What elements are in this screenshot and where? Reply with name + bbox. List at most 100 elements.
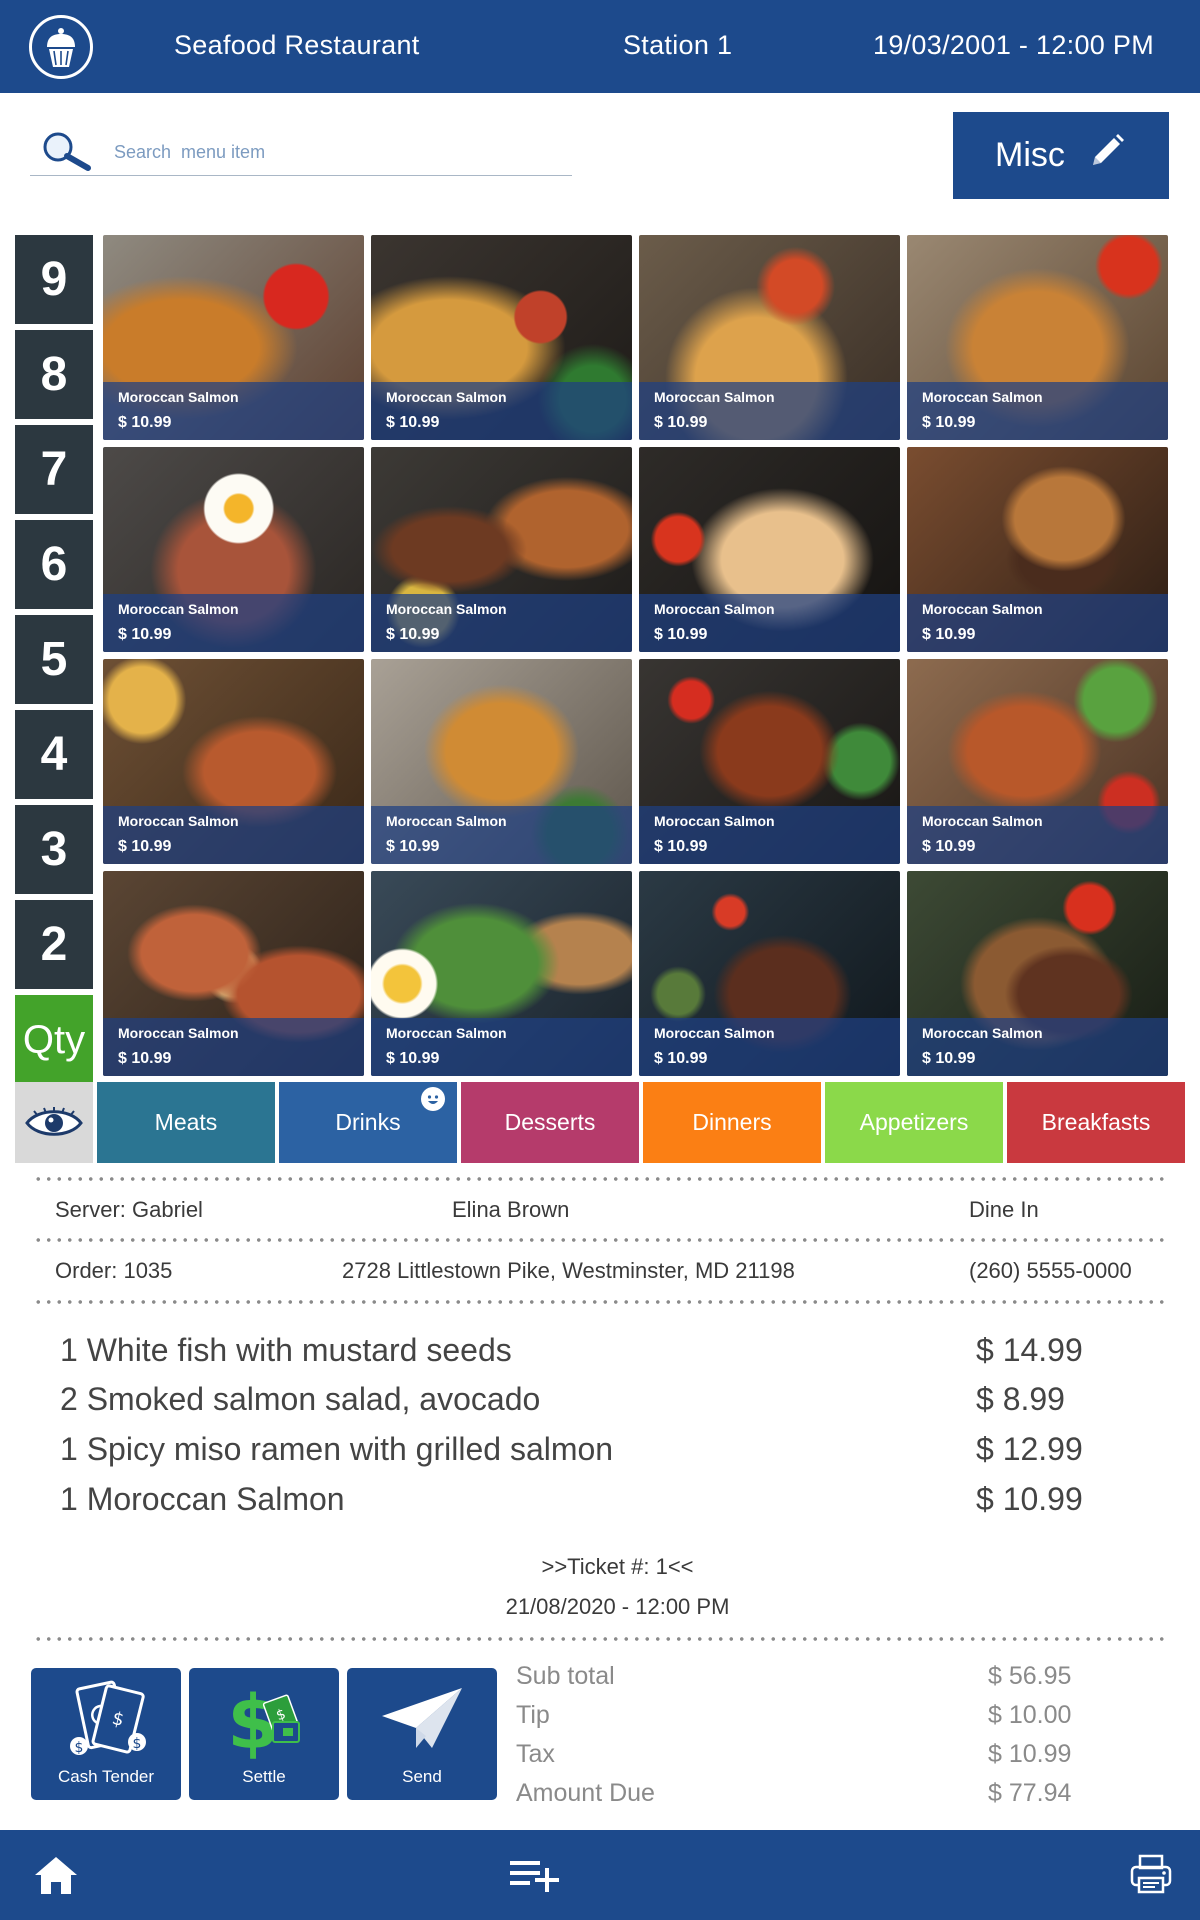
order-line-price: $ 10.99 [976, 1481, 1083, 1517]
menu-item-tile[interactable]: Moroccan Salmon $ 10.99 [371, 659, 632, 864]
server-name: Server: Gabriel [55, 1197, 203, 1222]
menu-item-tile[interactable]: Moroccan Salmon $ 10.99 [907, 235, 1168, 440]
menu-item-tile[interactable]: Moroccan Salmon $ 10.99 [639, 447, 900, 652]
eye-icon[interactable] [15, 1082, 93, 1163]
qty-9[interactable]: 9 [15, 235, 93, 324]
menu-item-price: $ 10.99 [922, 1050, 976, 1067]
search-icon[interactable] [40, 130, 96, 179]
menu-item-caption: Moroccan Salmon $ 10.99 [639, 594, 900, 652]
menu-item-tile[interactable]: Moroccan Salmon $ 10.99 [371, 235, 632, 440]
misc-button[interactable]: Misc [953, 112, 1169, 199]
tab-appetizers[interactable]: Appetizers [825, 1082, 1003, 1163]
dotted-divider [33, 1637, 1168, 1641]
search-bar [30, 126, 572, 176]
search-input[interactable] [114, 142, 554, 163]
qty-button[interactable]: Qty [15, 995, 93, 1085]
menu-item-price: $ 10.99 [922, 626, 976, 643]
cash-icon: $ $ $ [31, 1678, 181, 1758]
menu-item-name: Moroccan Salmon [922, 601, 1043, 617]
order-line[interactable]: 1 Spicy miso ramen with grilled salmon $… [60, 1431, 1100, 1475]
restaurant-name: Seafood Restaurant [174, 30, 420, 60]
menu-item-name: Moroccan Salmon [386, 601, 507, 617]
menu-item-price: $ 10.99 [654, 838, 708, 855]
qty-3[interactable]: 3 [15, 805, 93, 894]
menu-item-tile[interactable]: Moroccan Salmon $ 10.99 [907, 871, 1168, 1076]
paper-plane-icon [347, 1682, 497, 1756]
menu-item-name: Moroccan Salmon [386, 1025, 507, 1041]
menu-item-tile[interactable]: Moroccan Salmon $ 10.99 [103, 447, 364, 652]
tax-label: Tax [516, 1740, 555, 1768]
order-line-price: $ 12.99 [976, 1431, 1083, 1467]
settle-button[interactable]: $ $ Settle [189, 1668, 339, 1800]
menu-item-caption: Moroccan Salmon $ 10.99 [907, 594, 1168, 652]
order-number: Order: 1035 [55, 1258, 173, 1283]
qty-6[interactable]: 6 [15, 520, 93, 609]
cupcake-icon[interactable] [29, 15, 93, 79]
order-line-name: 1 White fish with mustard seeds [60, 1332, 512, 1368]
order-type: Dine In [969, 1197, 1039, 1222]
home-icon[interactable] [33, 1854, 79, 1901]
send-label: Send [402, 1767, 442, 1786]
cash-tender-button[interactable]: $ $ $ Cash Tender [31, 1668, 181, 1800]
customer-address: 2728 Littlestown Pike, Westminster, MD 2… [342, 1258, 795, 1283]
menu-item-name: Moroccan Salmon [118, 389, 239, 405]
tab-drinks[interactable]: Drinks [279, 1082, 457, 1163]
menu-item-name: Moroccan Salmon [654, 813, 775, 829]
amount-due-value: $ 77.94 [988, 1779, 1072, 1807]
order-line[interactable]: 2 Smoked salmon salad, avocado $ 8.99 [60, 1381, 1100, 1425]
menu-item-caption: Moroccan Salmon $ 10.99 [907, 1018, 1168, 1076]
qty-5[interactable]: 5 [15, 615, 93, 704]
ticket-datetime: 21/08/2020 - 12:00 PM [505, 1594, 730, 1619]
menu-item-tile[interactable]: Moroccan Salmon $ 10.99 [907, 447, 1168, 652]
menu-item-tile[interactable]: Moroccan Salmon $ 10.99 [103, 659, 364, 864]
menu-item-tile[interactable]: Moroccan Salmon $ 10.99 [371, 871, 632, 1076]
menu-item-tile[interactable]: Moroccan Salmon $ 10.99 [907, 659, 1168, 864]
order-line[interactable]: 1 Moroccan Salmon $ 10.99 [60, 1481, 1100, 1525]
send-button[interactable]: Send [347, 1668, 497, 1800]
qty-4[interactable]: 4 [15, 710, 93, 799]
add-list-icon[interactable] [508, 1858, 560, 1897]
tab-desserts[interactable]: Desserts [461, 1082, 639, 1163]
tab-dinners[interactable]: Dinners [643, 1082, 821, 1163]
menu-item-price: $ 10.99 [654, 414, 708, 431]
menu-item-tile[interactable]: Moroccan Salmon $ 10.99 [639, 235, 900, 440]
qty-8[interactable]: 8 [15, 330, 93, 419]
menu-item-name: Moroccan Salmon [118, 813, 239, 829]
tab-meats[interactable]: Meats [97, 1082, 275, 1163]
menu-item-caption: Moroccan Salmon $ 10.99 [371, 382, 632, 440]
menu-item-name: Moroccan Salmon [654, 389, 775, 405]
menu-item-tile[interactable]: Moroccan Salmon $ 10.99 [371, 447, 632, 652]
menu-item-tile[interactable]: Moroccan Salmon $ 10.99 [639, 659, 900, 864]
smiley-icon [421, 1087, 445, 1111]
order-line-name: 1 Spicy miso ramen with grilled salmon [60, 1431, 614, 1467]
tax-value: $ 10.99 [988, 1740, 1072, 1768]
menu-item-tile[interactable]: Moroccan Salmon $ 10.99 [639, 871, 900, 1076]
menu-item-name: Moroccan Salmon [922, 1025, 1043, 1041]
qty-2[interactable]: 2 [15, 900, 93, 989]
menu-item-name: Moroccan Salmon [118, 601, 239, 617]
order-line[interactable]: 1 White fish with mustard seeds $ 14.99 [60, 1332, 1100, 1376]
dotted-divider [33, 1300, 1168, 1304]
dotted-divider [33, 1177, 1168, 1181]
menu-item-tile[interactable]: Moroccan Salmon $ 10.99 [103, 235, 364, 440]
menu-grid: Moroccan Salmon $ 10.99 Moroccan Salmon $ … [103, 235, 1170, 1076]
qty-7[interactable]: 7 [15, 425, 93, 514]
bottom-nav [0, 1830, 1200, 1920]
menu-item-caption: Moroccan Salmon $ 10.99 [639, 382, 900, 440]
menu-item-caption: Moroccan Salmon $ 10.99 [907, 806, 1168, 864]
printer-icon[interactable] [1129, 1852, 1173, 1901]
menu-item-name: Moroccan Salmon [922, 813, 1043, 829]
menu-item-price: $ 10.99 [922, 838, 976, 855]
tip-value: $ 10.00 [988, 1701, 1072, 1729]
menu-item-price: $ 10.99 [118, 414, 172, 431]
menu-item-price: $ 10.99 [118, 1050, 172, 1067]
misc-label: Misc [995, 136, 1065, 174]
menu-item-name: Moroccan Salmon [386, 813, 507, 829]
menu-item-price: $ 10.99 [386, 626, 440, 643]
tab-breakfasts[interactable]: Breakfasts [1007, 1082, 1185, 1163]
menu-item-tile[interactable]: Moroccan Salmon $ 10.99 [103, 871, 364, 1076]
menu-item-caption: Moroccan Salmon $ 10.99 [103, 382, 364, 440]
category-tabs: Meats Drinks Desserts Dinners Appetizers… [15, 1082, 1185, 1163]
order-line-name: 2 Smoked salmon salad, avocado [60, 1381, 541, 1417]
ticket-number: >>Ticket #: 1<< [541, 1554, 694, 1579]
